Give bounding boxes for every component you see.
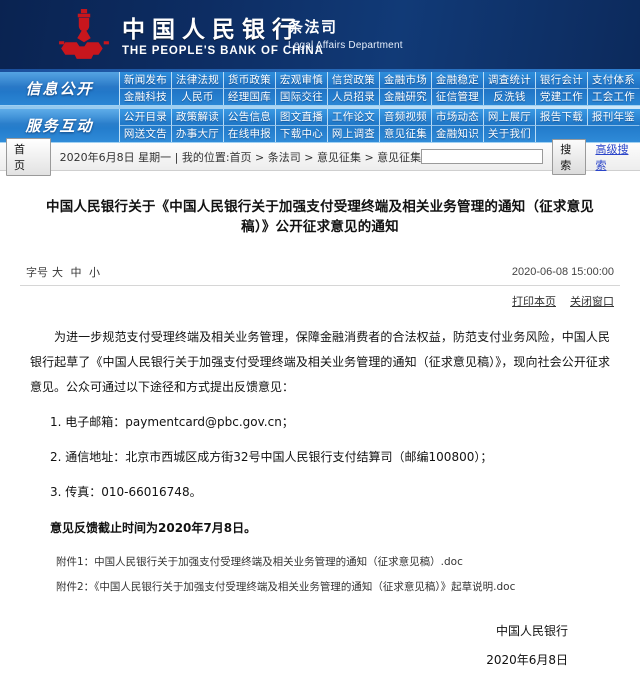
nav-item[interactable]: 工会工作 bbox=[588, 89, 640, 106]
font-size-label: 字号 bbox=[26, 264, 48, 280]
department-name-cn: 条法司 bbox=[288, 16, 403, 37]
nav-item[interactable]: 调查统计 bbox=[484, 72, 536, 89]
nav-item[interactable]: 网送文告 bbox=[120, 126, 172, 143]
font-size-small[interactable]: 小 bbox=[89, 266, 100, 279]
nav-item[interactable]: 人民币 bbox=[172, 89, 224, 106]
nav-item[interactable]: 人员招录 bbox=[328, 89, 380, 106]
department-name-en: Legal Affairs Department bbox=[288, 40, 403, 51]
nav-grid-information: 新闻发布 法律法规 货币政策 宏观审慎 信贷政策 金融市场 金融稳定 调查统计 … bbox=[120, 72, 640, 105]
font-size-medium[interactable]: 中 bbox=[71, 266, 82, 279]
nav-item[interactable]: 货币政策 bbox=[224, 72, 276, 89]
nav-item[interactable]: 下载中心 bbox=[276, 126, 328, 143]
nav-grid-services: 公开目录 政策解读 公告信息 图文直播 工作论文 音频视频 市场动态 网上展厅 … bbox=[120, 109, 640, 142]
attachment-link-1[interactable]: 附件1：中国人民银行关于加强支付受理终端及相关业务管理的通知（征求意见稿）.do… bbox=[56, 551, 610, 574]
nav-item[interactable]: 报刊年鉴 bbox=[588, 109, 640, 126]
article-paragraph: 为进一步规范支付受理终端及相关业务管理，保障金融消费者的合法权益，防范支付业务风… bbox=[30, 325, 610, 401]
signature-date: 2020年6月8日 bbox=[30, 646, 568, 675]
search-button[interactable]: 搜索 bbox=[552, 139, 586, 175]
nav-item[interactable]: 公告信息 bbox=[224, 109, 276, 126]
nav-item[interactable]: 音频视频 bbox=[380, 109, 432, 126]
nav-item-feedback[interactable]: 意见征集 bbox=[380, 126, 432, 143]
nav-item[interactable]: 政策解读 bbox=[172, 109, 224, 126]
nav-item[interactable]: 法律法规 bbox=[172, 72, 224, 89]
nav-item[interactable]: 新闻发布 bbox=[120, 72, 172, 89]
nav-item[interactable]: 党建工作 bbox=[536, 89, 588, 106]
brand-block[interactable]: 中国人民银行 THE PEOPLE'S BANK OF CHINA bbox=[58, 8, 324, 62]
nav-item[interactable]: 市场动态 bbox=[432, 109, 484, 126]
department-block: 条法司 Legal Affairs Department bbox=[288, 16, 403, 51]
nav-item[interactable]: 征信管理 bbox=[432, 89, 484, 106]
nav-item[interactable]: 宏观审慎 bbox=[276, 72, 328, 89]
print-page-link[interactable]: 打印本页 bbox=[512, 293, 556, 309]
contact-item-email: 1. 电子邮箱：paymentcard@pbc.gov.cn； bbox=[30, 410, 610, 435]
pboc-emblem-icon bbox=[58, 8, 110, 62]
nav-item[interactable]: 银行会计 bbox=[536, 72, 588, 89]
nav-item[interactable]: 金融科技 bbox=[120, 89, 172, 106]
nav-item[interactable]: 网上展厅 bbox=[484, 109, 536, 126]
nav-item[interactable]: 支付体系 bbox=[588, 72, 640, 89]
font-size-controls: 大 中 小 bbox=[52, 264, 104, 280]
nav-item[interactable]: 金融知识 bbox=[432, 126, 484, 143]
nav-item[interactable]: 办事大厅 bbox=[172, 126, 224, 143]
contact-item-fax: 3. 传真：010-66016748。 bbox=[30, 480, 610, 505]
nav-item[interactable]: 金融稳定 bbox=[432, 72, 484, 89]
font-size-large[interactable]: 大 bbox=[52, 266, 63, 279]
breadcrumb-bar: 首 页 2020年6月8日 星期一 | 我的位置:首页 > 条法司 > 意见征集… bbox=[0, 143, 640, 171]
contact-item-address: 2. 通信地址：北京市西城区成方街32号中国人民银行支付结算司（邮编100800… bbox=[30, 445, 610, 470]
article-body: 为进一步规范支付受理终端及相关业务管理，保障金融消费者的合法权益，防范支付业务风… bbox=[20, 309, 620, 675]
article-tools: 打印本页 关闭窗口 bbox=[20, 286, 620, 309]
nav-item[interactable]: 国际交往 bbox=[276, 89, 328, 106]
close-window-link[interactable]: 关闭窗口 bbox=[570, 293, 614, 309]
home-button[interactable]: 首 页 bbox=[6, 138, 51, 176]
nav-section-information: 信息公开 新闻发布 法律法规 货币政策 宏观审慎 信贷政策 金融市场 金融稳定 … bbox=[0, 72, 640, 106]
page-title: 中国人民银行关于《中国人民银行关于加强支付受理终端及相关业务管理的通知（征求意见… bbox=[20, 197, 620, 238]
signature-organization: 中国人民银行 bbox=[30, 617, 568, 646]
nav-item[interactable]: 金融研究 bbox=[380, 89, 432, 106]
nav-item[interactable]: 在线申报 bbox=[224, 126, 276, 143]
nav-item[interactable]: 工作论文 bbox=[328, 109, 380, 126]
nav-item[interactable]: 公开目录 bbox=[120, 109, 172, 126]
advanced-search-link[interactable]: 高级搜索 bbox=[595, 141, 632, 173]
article: 中国人民银行关于《中国人民银行关于加强支付受理终端及相关业务管理的通知（征求意见… bbox=[20, 171, 620, 675]
attachment-link-2[interactable]: 附件2：《中国人民银行关于加强支付受理终端及相关业务管理的通知（征求意见稿）》起… bbox=[56, 576, 610, 599]
article-meta: 字号 大 中 小 2020-06-08 15:00:00 bbox=[20, 264, 620, 286]
nav-item[interactable]: 图文直播 bbox=[276, 109, 328, 126]
publish-timestamp: 2020-06-08 15:00:00 bbox=[512, 266, 614, 278]
search-input[interactable] bbox=[421, 149, 543, 164]
nav-item[interactable]: 金融市场 bbox=[380, 72, 432, 89]
breadcrumb[interactable]: 2020年6月8日 星期一 | 我的位置:首页 > 条法司 > 意见征集 > 意… bbox=[60, 149, 422, 165]
nav-item[interactable]: 关于我们 bbox=[484, 126, 536, 143]
nav-item[interactable]: 反洗钱 bbox=[484, 89, 536, 106]
nav-item[interactable]: 报告下载 bbox=[536, 109, 588, 126]
signature-block: 中国人民银行 2020年6月8日 bbox=[30, 617, 610, 675]
nav-item[interactable]: 经理国库 bbox=[224, 89, 276, 106]
nav-section-services: 服务互动 公开目录 政策解读 公告信息 图文直播 工作论文 音频视频 市场动态 … bbox=[0, 109, 640, 143]
attachment-list: 附件1：中国人民银行关于加强支付受理终端及相关业务管理的通知（征求意见稿）.do… bbox=[30, 551, 610, 599]
page-container: 中国人民银行关于《中国人民银行关于加强支付受理终端及相关业务管理的通知（征求意见… bbox=[0, 171, 640, 675]
site-masthead: 中国人民银行 THE PEOPLE'S BANK OF CHINA 条法司 Le… bbox=[0, 0, 640, 72]
feedback-deadline: 意见反馈截止时间为2020年7月8日。 bbox=[30, 516, 610, 541]
nav-category-information[interactable]: 信息公开 bbox=[0, 72, 120, 105]
nav-item[interactable]: 信贷政策 bbox=[328, 72, 380, 89]
nav-item[interactable]: 网上调查 bbox=[328, 126, 380, 143]
